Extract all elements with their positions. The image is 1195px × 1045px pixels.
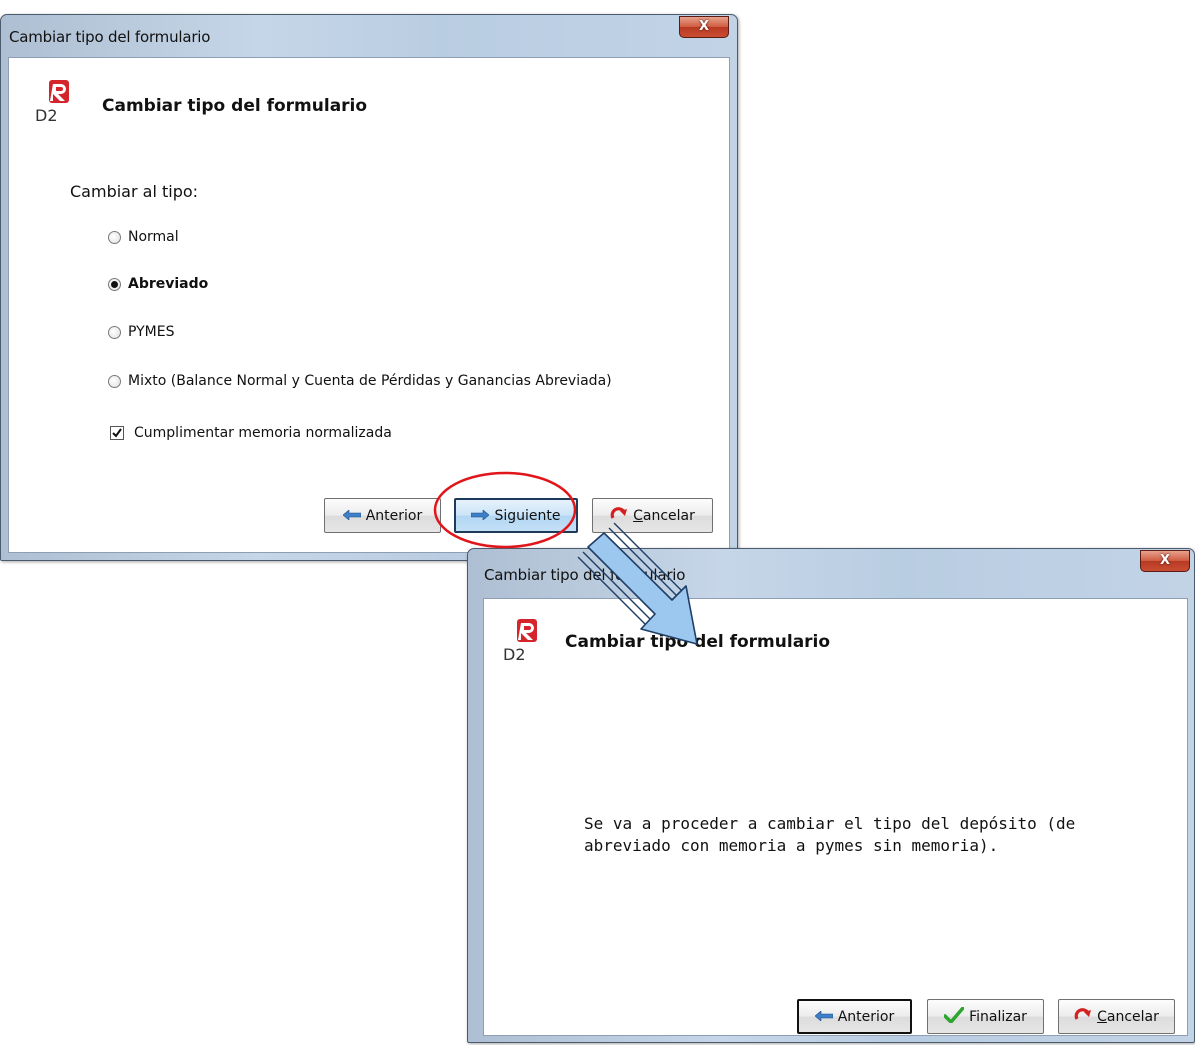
radio-button[interactable] — [108, 325, 121, 339]
radio-button[interactable] — [108, 230, 121, 244]
close-button[interactable]: X — [679, 16, 729, 38]
arrow-left-icon — [814, 1009, 834, 1025]
back-button[interactable]: Anterior — [797, 999, 912, 1034]
close-icon: X — [1159, 553, 1171, 568]
next-button[interactable]: Siguiente — [454, 498, 578, 533]
back-label: Anterior — [365, 507, 423, 524]
change-type-label: Cambiar al tipo: — [70, 182, 199, 201]
arrow-right-icon — [471, 508, 490, 524]
radio-label: Normal — [128, 229, 179, 245]
dialog-header: Cambiar tipo del formulario — [565, 632, 831, 652]
finish-button[interactable]: Finalizar — [927, 999, 1044, 1034]
title-bar[interactable]: Cambiar tipo del formulario X — [1, 15, 737, 57]
radio-label: Mixto (Balance Normal y Cuenta de Pérdid… — [128, 373, 612, 389]
logo-text: D2 — [35, 106, 58, 124]
radio-label: PYMES — [128, 324, 175, 340]
title-bar[interactable]: Cambiar tipo del formulario X — [468, 549, 1194, 591]
checkbox[interactable] — [110, 426, 124, 440]
close-icon: X — [698, 19, 710, 34]
confirmation-message: Se va a proceder a cambiar el tipo del d… — [584, 813, 1075, 857]
cancel-button[interactable]: Cancelar — [1058, 999, 1175, 1034]
radio-mixto[interactable]: Mixto (Balance Normal y Cuenta de Pérdid… — [108, 372, 612, 390]
cancel-button[interactable]: Cancelar — [592, 498, 713, 533]
dialog-window-1: Cambiar tipo del formulario X D2 Cambiar… — [0, 14, 738, 561]
next-label: Siguiente — [494, 507, 561, 524]
cancel-label: Cancelar — [1097, 1008, 1159, 1025]
logo-text: D2 — [503, 645, 526, 663]
cancel-icon — [610, 506, 628, 526]
checkbox-label: Cumplimentar memoria normalizada — [134, 425, 392, 441]
radio-button-selected[interactable] — [108, 277, 121, 291]
radio-normal[interactable]: Normal — [108, 228, 179, 246]
arrow-left-icon — [342, 508, 362, 524]
window-title: Cambiar tipo del formulario — [484, 566, 686, 584]
radio-pymes[interactable]: PYMES — [108, 323, 175, 341]
logo-icon: D2 — [32, 80, 72, 125]
checkmark-icon — [112, 428, 122, 438]
window-title: Cambiar tipo del formulario — [9, 28, 211, 46]
checkbox-memoria[interactable]: Cumplimentar memoria normalizada — [110, 424, 392, 442]
dialog-window-2: Cambiar tipo del formulario X D2 Cambiar… — [467, 548, 1195, 1043]
message-line-1: Se va a proceder a cambiar el tipo del d… — [584, 814, 1076, 833]
back-button[interactable]: Anterior — [324, 498, 441, 533]
close-button[interactable]: X — [1140, 550, 1190, 572]
logo-icon: D2 — [500, 619, 540, 664]
checkmark-icon — [943, 1005, 965, 1027]
dialog-body: D2 Cambiar tipo del formulario Cambiar a… — [8, 57, 730, 553]
back-label: Anterior — [837, 1008, 895, 1025]
radio-abreviado[interactable]: Abreviado — [108, 275, 208, 293]
cancel-label: Cancelar — [633, 507, 695, 524]
cancel-icon — [1074, 1007, 1092, 1027]
finish-label: Finalizar — [969, 1008, 1027, 1025]
message-line-2: abreviado con memoria a pymes sin memori… — [584, 836, 999, 855]
radio-button[interactable] — [108, 374, 121, 388]
radio-label: Abreviado — [128, 276, 209, 292]
dialog-header: Cambiar tipo del formulario — [102, 96, 368, 116]
dialog-body: D2 Cambiar tipo del formulario Se va a p… — [483, 598, 1188, 1036]
